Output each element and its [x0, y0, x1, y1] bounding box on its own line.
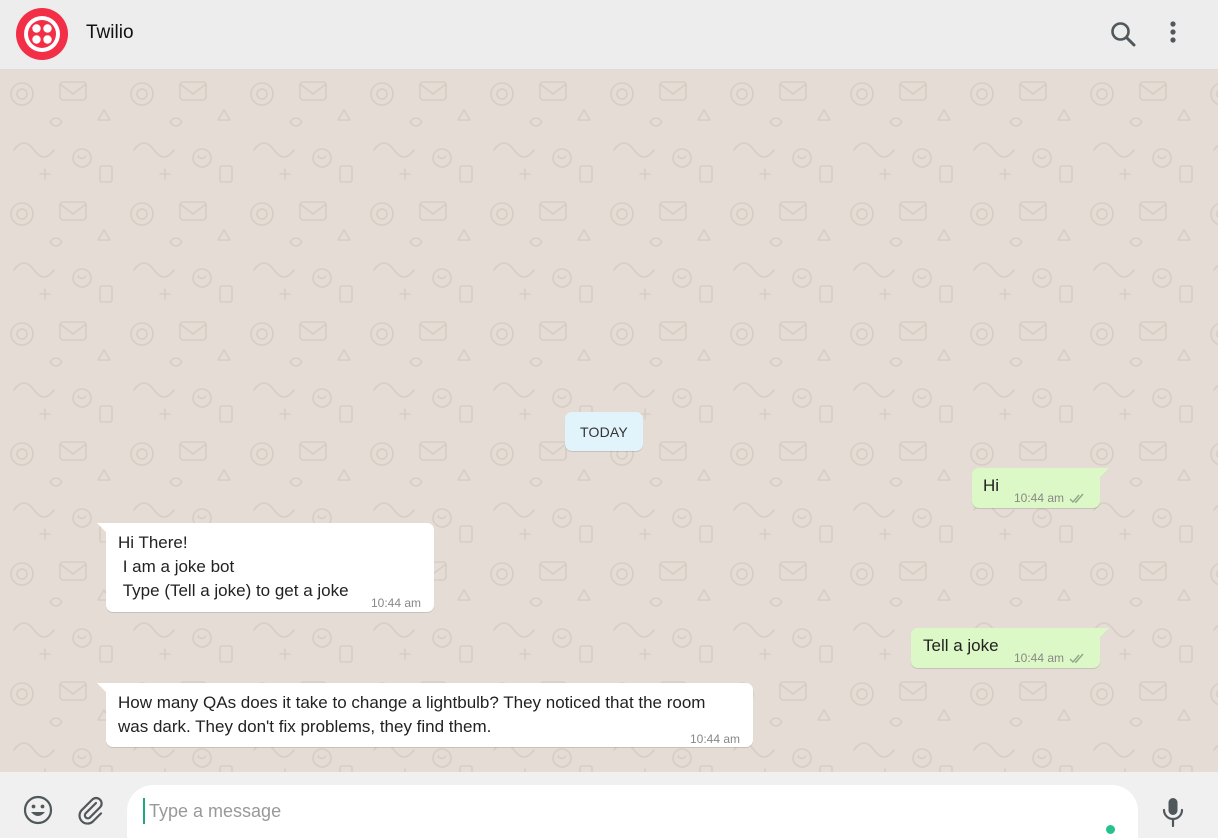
microphone-icon	[1162, 798, 1184, 828]
emoji-button[interactable]	[22, 794, 54, 826]
twilio-logo-icon	[16, 8, 68, 60]
message-meta: 10:44 am	[371, 591, 421, 615]
composer-bar	[0, 772, 1218, 838]
date-divider: TODAY	[565, 412, 643, 451]
message-text: How many QAs does it take to change a li…	[118, 693, 706, 736]
message-input-container	[127, 785, 1138, 838]
message-time: 10:44 am	[1014, 651, 1065, 665]
message-time: 10:44 am	[1014, 491, 1065, 505]
search-button[interactable]	[1108, 19, 1138, 49]
message-text: Hi	[983, 476, 1000, 495]
message-meta: 10:44 am	[1014, 486, 1087, 510]
voice-message-button[interactable]	[1160, 796, 1186, 828]
message-text: Tell a joke	[923, 636, 999, 655]
message-text: Hi There! I am a joke bot Type (Tell a j…	[118, 533, 349, 600]
contact-avatar[interactable]	[16, 8, 68, 60]
double-check-icon	[1069, 653, 1084, 663]
message-bubble-incoming[interactable]: Hi There! I am a joke bot Type (Tell a j…	[97, 523, 434, 615]
message-bubble-incoming[interactable]: How many QAs does it take to change a li…	[97, 683, 753, 747]
status-dot	[1106, 825, 1115, 834]
chat-header: Twilio	[0, 0, 1218, 70]
message-meta: 10:44 am	[690, 727, 740, 751]
message-bubble-outgoing[interactable]: Hi 10:44 am	[972, 468, 1109, 510]
search-icon	[1111, 22, 1136, 47]
contact-name[interactable]: Twilio	[86, 22, 134, 44]
message-time: 10:44 am	[371, 596, 422, 610]
emoji-icon	[23, 795, 53, 825]
message-bubble-outgoing[interactable]: Tell a joke 10:44 am	[911, 628, 1109, 670]
paperclip-icon	[78, 796, 103, 825]
attach-button[interactable]	[74, 794, 106, 826]
double-check-icon	[1069, 493, 1084, 503]
more-options-button[interactable]	[1160, 19, 1186, 49]
message-input[interactable]	[143, 798, 1083, 824]
message-time: 10:44 am	[690, 732, 741, 746]
message-list[interactable]: TODAY Hi 10:44 am Hi There! I am a joke …	[0, 70, 1218, 772]
message-meta: 10:44 am	[1014, 646, 1087, 670]
more-vertical-icon	[1170, 21, 1176, 43]
